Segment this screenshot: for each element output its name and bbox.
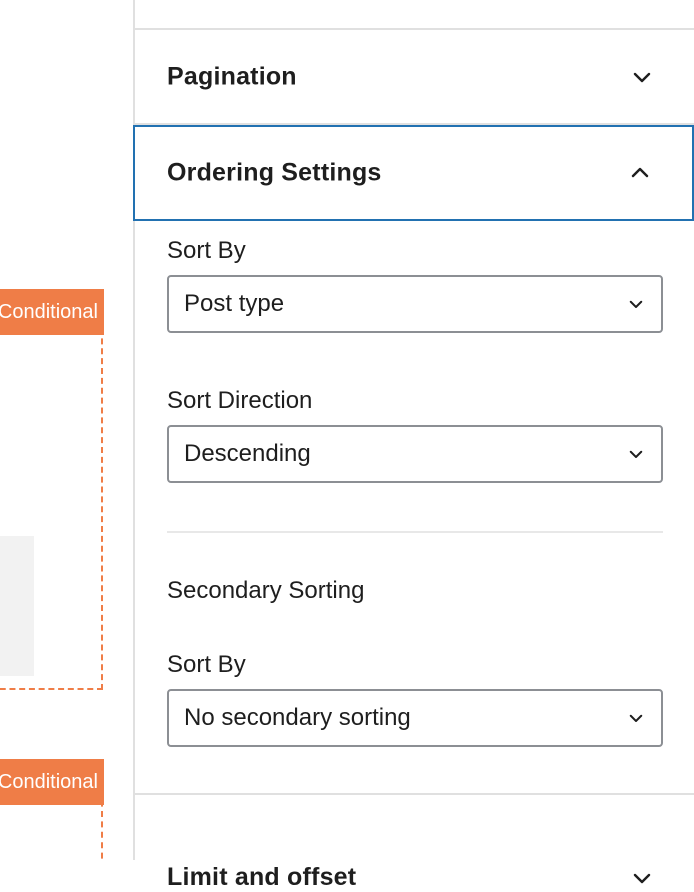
conditional-block-outline[interactable] (0, 759, 103, 860)
editor-canvas: Conditional Conditional (0, 0, 133, 860)
panel-previous-end (135, 0, 694, 30)
panel-pagination-toggle[interactable]: Pagination (135, 30, 694, 125)
inner-block[interactable] (0, 536, 34, 676)
settings-sidebar: Pagination Ordering Settings Sort By Pos… (133, 0, 694, 891)
panel-limit-offset-toggle[interactable]: Limit and offset (135, 793, 694, 891)
sort-by-value: Post type (184, 290, 285, 317)
panel-title: Limit and offset (167, 863, 357, 891)
ordering-settings-body: Sort By Post type Sort Direction Descend… (135, 221, 694, 793)
sort-by-label: Sort By (167, 237, 246, 264)
sort-direction-select[interactable]: Descending (167, 425, 663, 483)
secondary-sorting-heading: Secondary Sorting (167, 577, 365, 604)
panel-title: Ordering Settings (167, 158, 382, 187)
chevron-down-icon (629, 450, 643, 458)
sort-by-select[interactable]: Post type (167, 275, 663, 333)
chevron-down-icon (633, 873, 651, 884)
secondary-sort-by-select[interactable]: No secondary sorting (167, 689, 663, 747)
panel-title: Pagination (167, 62, 297, 90)
chevron-down-icon (629, 714, 643, 722)
secondary-sort-by-value: No secondary sorting (184, 704, 411, 731)
secondary-sort-by-label: Sort By (167, 651, 246, 678)
panel-ordering-settings-toggle[interactable]: Ordering Settings (133, 125, 694, 221)
chevron-up-icon (631, 167, 649, 178)
sort-direction-value: Descending (184, 440, 311, 467)
sort-direction-label: Sort Direction (167, 387, 313, 414)
chevron-down-icon (629, 300, 643, 308)
chevron-down-icon (633, 72, 651, 82)
